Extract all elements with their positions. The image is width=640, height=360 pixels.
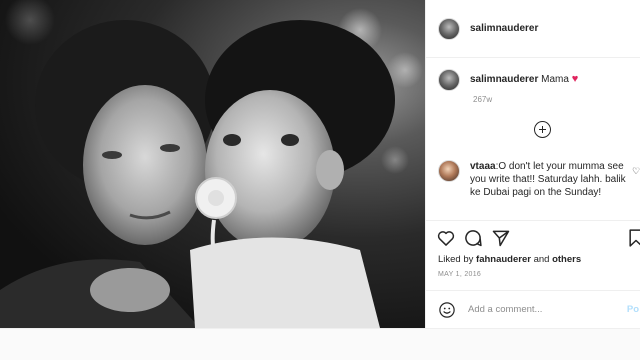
black-and-white-mother-child-photo xyxy=(0,0,423,328)
likes-first-user[interactable]: fahnauderer xyxy=(476,254,531,265)
likes-summary: Liked by fahnauderer and others xyxy=(438,254,581,265)
post-details-panel: salimnauderer salimnauderer Mama ♥ 267w … xyxy=(425,0,640,328)
smiley-icon[interactable] xyxy=(438,301,456,319)
caption-username[interactable]: salimnauderer xyxy=(470,74,538,85)
caption-avatar[interactable] xyxy=(438,69,460,91)
heart-outline-icon[interactable] xyxy=(436,228,456,248)
add-comment-input[interactable] xyxy=(468,304,618,315)
caption-text-block: salimnauderer Mama ♥ xyxy=(470,72,578,87)
comment-text-block: vtaaa:O don't let your mumma see you wri… xyxy=(470,160,630,199)
likes-others-link[interactable]: others xyxy=(552,254,581,265)
likes-prefix: Liked by xyxy=(438,254,474,265)
bottom-blank-area xyxy=(0,328,640,360)
likes-and: and xyxy=(533,254,550,265)
author-username[interactable]: salimnauderer xyxy=(470,23,538,34)
caption-time-ago[interactable]: 267w xyxy=(473,95,492,104)
comment-item: vtaaa:O don't let your mumma see you wri… xyxy=(438,160,640,199)
commenter-username[interactable]: vtaaa xyxy=(470,161,496,172)
caption-text: Mama xyxy=(541,74,569,85)
post-header: salimnauderer xyxy=(426,0,640,58)
red-heart-icon: ♥ xyxy=(571,73,579,85)
add-comment-bar: Po xyxy=(426,290,640,328)
post-date[interactable]: MAY 1, 2016 xyxy=(438,271,481,278)
post-photo[interactable] xyxy=(0,0,425,328)
post-comment-button[interactable]: Po xyxy=(627,304,639,315)
speech-bubble-icon[interactable] xyxy=(463,228,483,248)
paper-plane-icon[interactable] xyxy=(491,228,511,248)
comment-like-heart-icon[interactable]: ♡ xyxy=(632,166,640,177)
author-avatar[interactable] xyxy=(438,17,460,40)
bookmark-icon[interactable] xyxy=(626,228,640,248)
plus-circle-icon[interactable] xyxy=(534,121,551,138)
divider xyxy=(426,220,640,221)
commenter-avatar[interactable] xyxy=(438,160,460,182)
caption: salimnauderer Mama ♥ xyxy=(438,69,638,91)
action-bar xyxy=(436,228,640,250)
